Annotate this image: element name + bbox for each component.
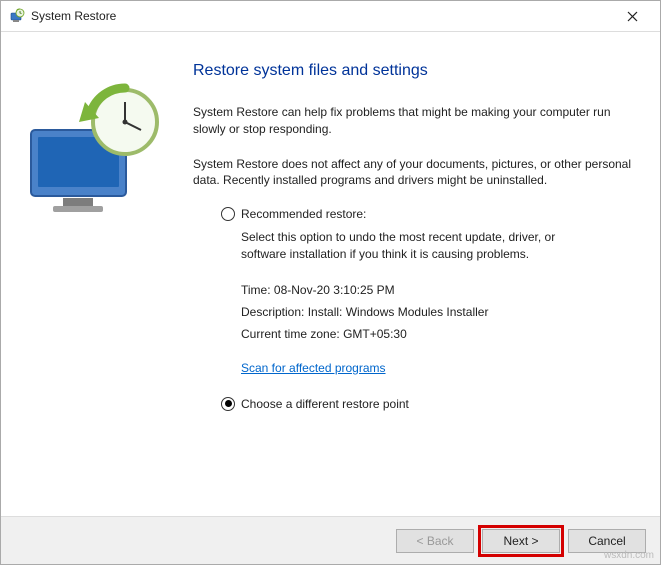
detail-description: Description: Install: Windows Modules In…	[241, 305, 642, 319]
radio-recommended-label: Recommended restore:	[241, 207, 366, 221]
recommended-description: Select this option to undo the most rece…	[241, 229, 601, 263]
page-heading: Restore system files and settings	[193, 62, 642, 80]
restore-illustration	[13, 82, 178, 217]
cancel-button[interactable]: Cancel	[568, 529, 646, 553]
button-bar: < Back Next > Cancel	[1, 516, 660, 564]
desc-label: Description:	[241, 305, 304, 319]
detail-time: Time: 08-Nov-20 3:10:25 PM	[241, 283, 642, 297]
intro-paragraph-2: System Restore does not affect any of yo…	[193, 156, 642, 190]
time-label: Time:	[241, 283, 271, 297]
radio-different-row[interactable]: Choose a different restore point	[221, 397, 642, 411]
detail-timezone: Current time zone: GMT+05:30	[241, 327, 642, 341]
system-restore-icon	[9, 8, 25, 24]
illustration-column	[13, 52, 193, 506]
radio-different-label: Choose a different restore point	[241, 397, 409, 411]
radio-recommended-row[interactable]: Recommended restore:	[221, 207, 642, 221]
time-value: 08-Nov-20 3:10:25 PM	[274, 283, 395, 297]
window-title: System Restore	[31, 9, 612, 23]
title-bar: System Restore	[1, 1, 660, 32]
content-area: Restore system files and settings System…	[1, 32, 660, 516]
radio-different[interactable]	[221, 397, 235, 411]
main-column: Restore system files and settings System…	[193, 52, 642, 506]
close-button[interactable]	[612, 1, 652, 31]
back-button: < Back	[396, 529, 474, 553]
radio-recommended[interactable]	[221, 207, 235, 221]
tz-value: GMT+05:30	[343, 327, 407, 341]
scan-affected-link[interactable]: Scan for affected programs	[241, 361, 386, 375]
option-recommended: Recommended restore:	[221, 207, 642, 221]
option-different: Choose a different restore point	[221, 397, 642, 411]
desc-value: Install: Windows Modules Installer	[308, 305, 489, 319]
tz-label: Current time zone:	[241, 327, 340, 341]
next-button[interactable]: Next >	[482, 529, 560, 553]
intro-paragraph-1: System Restore can help fix problems tha…	[193, 104, 642, 138]
